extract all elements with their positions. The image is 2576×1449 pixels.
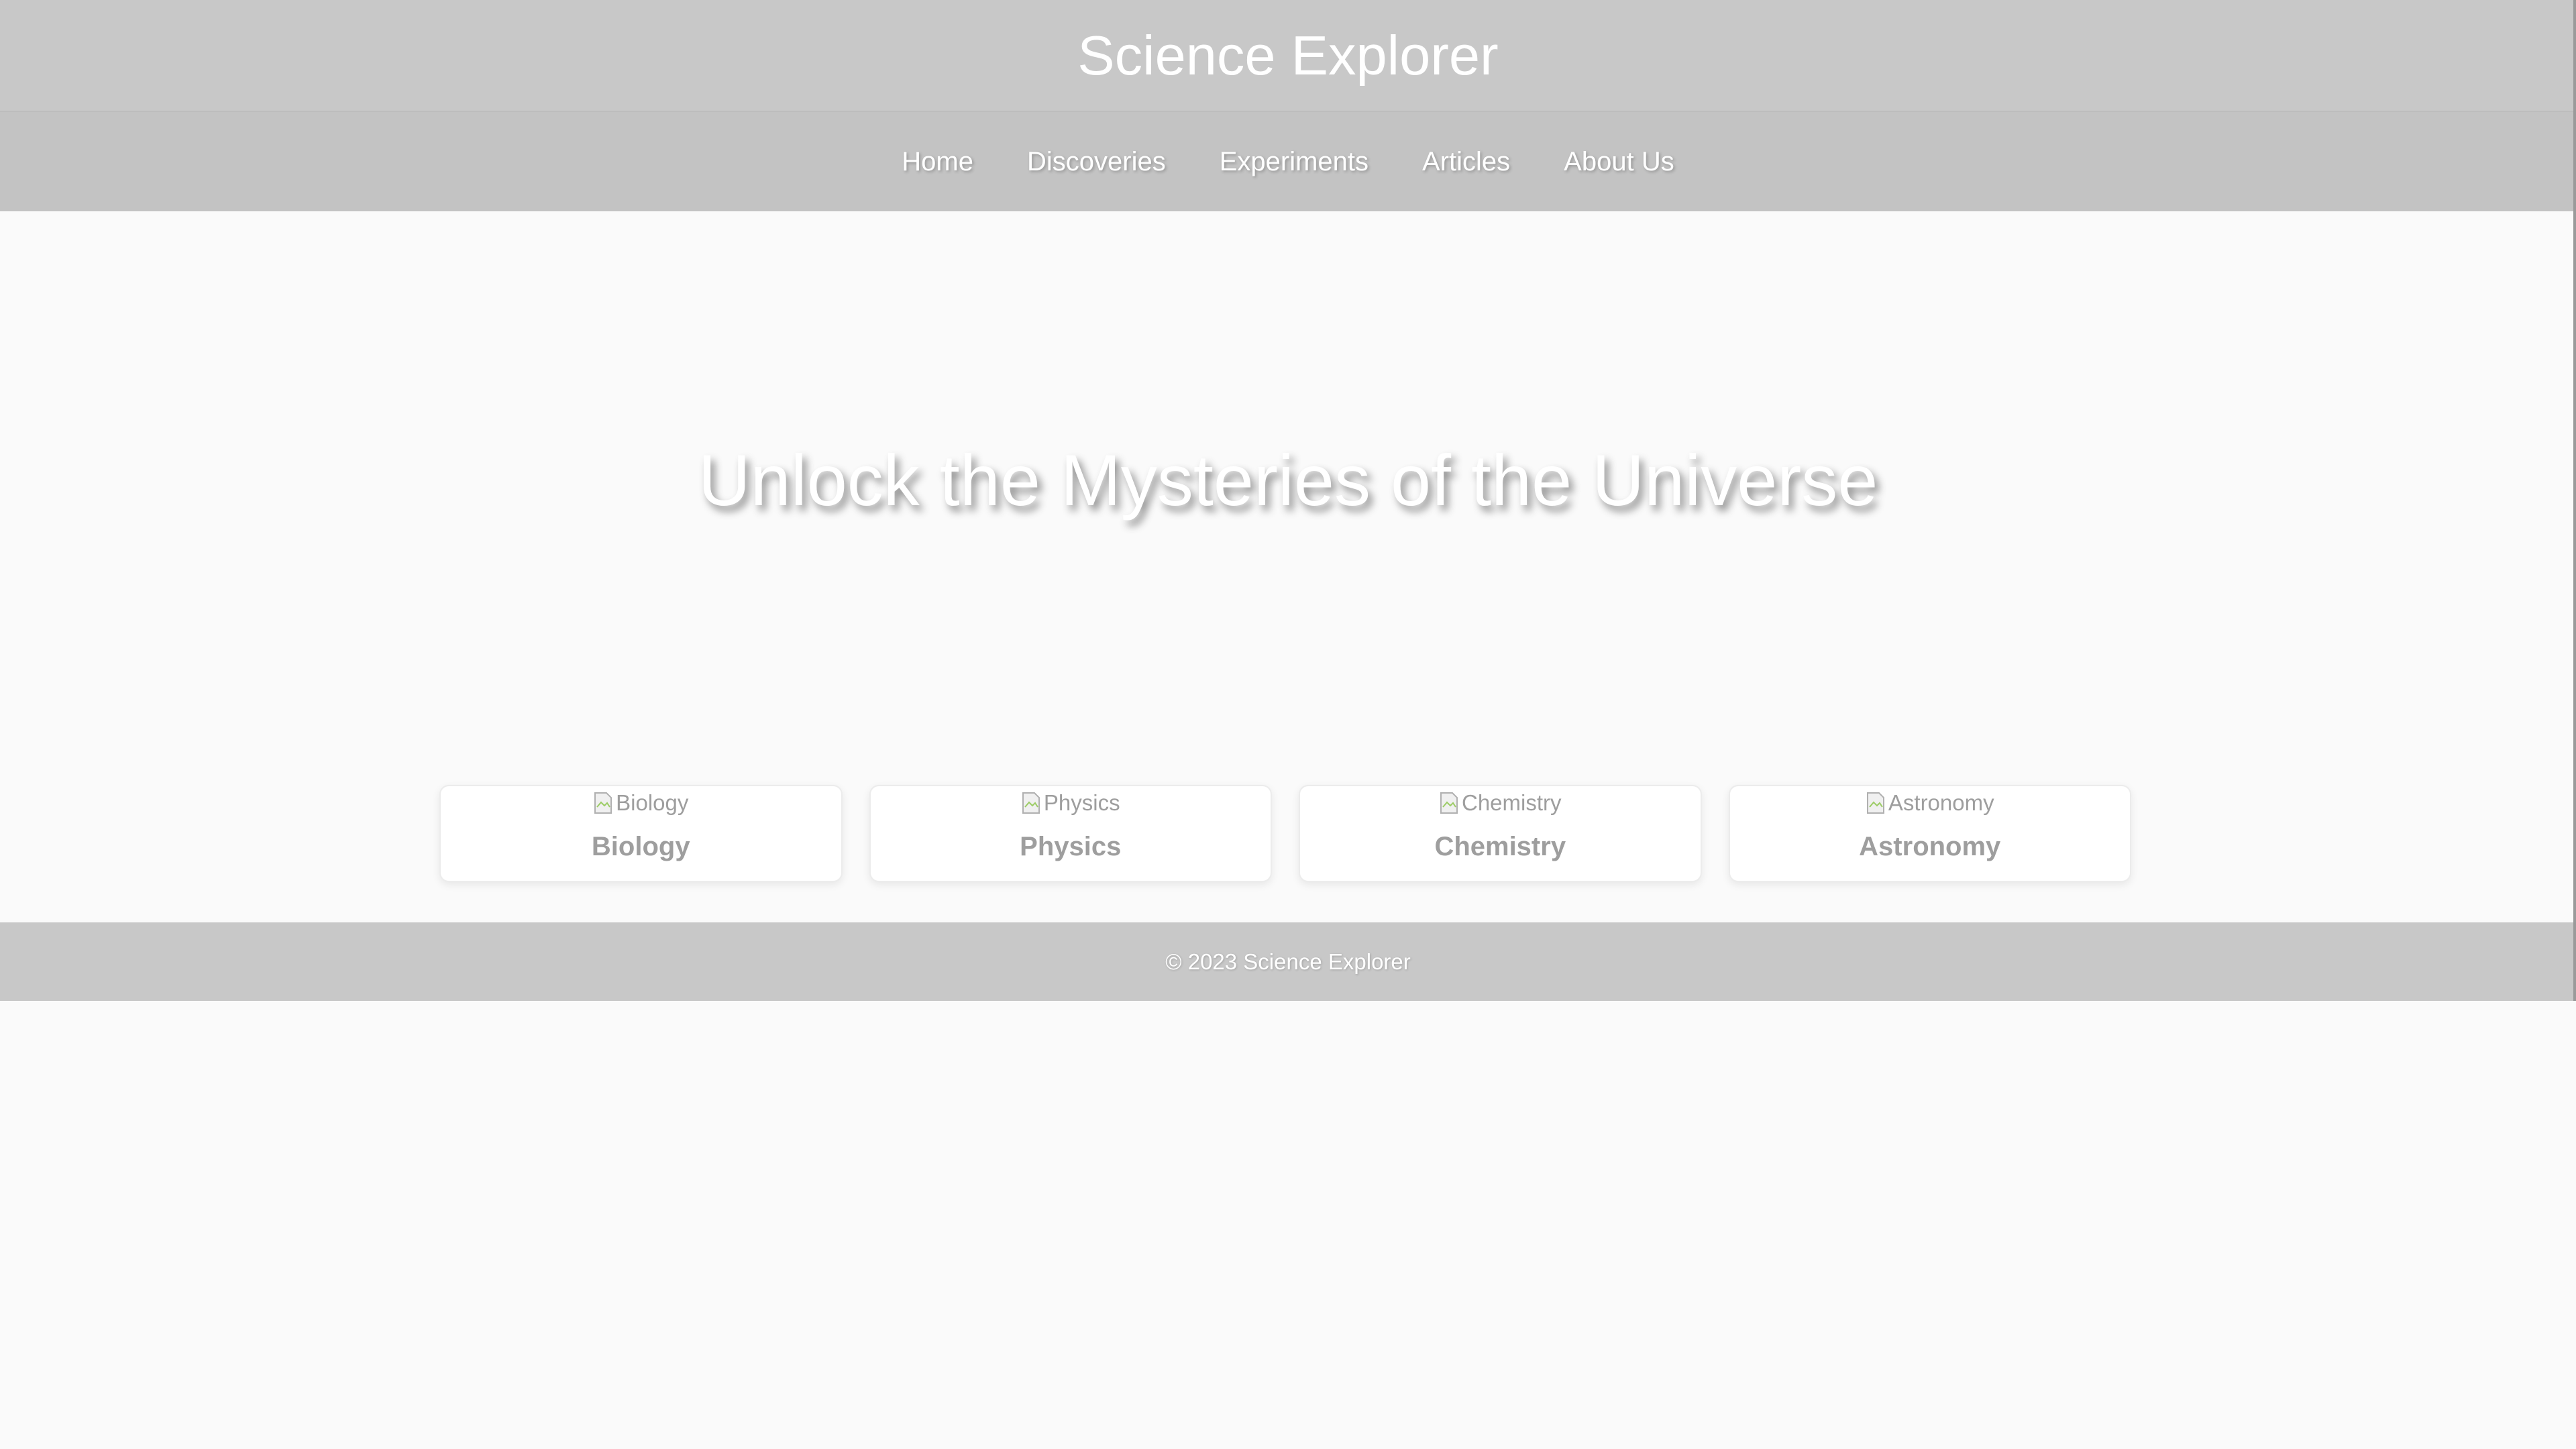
hero-title: Unlock the Mysteries of the Universe [698,439,1878,521]
broken-image-icon [1021,791,1041,815]
category-image-alt: Astronomy [1888,790,1994,815]
category-image: Physics [1021,786,1120,820]
category-card-astronomy[interactable]: Astronomy Astronomy [1728,785,2131,882]
category-card-biology[interactable]: Biology Biology [439,785,843,882]
site-footer: © 2023 Science Explorer [0,922,2576,1001]
nav-link-discoveries[interactable]: Discoveries [1027,147,1166,177]
category-card-physics[interactable]: Physics Physics [869,785,1272,882]
category-name: Biology [591,832,690,861]
category-cards: Biology Biology Physics Physics Chemistr… [439,785,2131,882]
nav-link-about-us[interactable]: About Us [1564,147,1674,177]
broken-image-icon [593,791,613,815]
hero-section: Unlock the Mysteries of the Universe [0,211,2576,748]
category-image-alt: Biology [616,790,689,815]
category-image: Astronomy [1866,786,1994,820]
category-image-alt: Physics [1043,790,1120,815]
broken-image-icon [1866,791,1886,815]
category-image-alt: Chemistry [1461,790,1562,815]
category-image: Biology [593,786,688,820]
scrollbar[interactable] [2573,0,2576,1001]
nav-link-home[interactable]: Home [902,147,973,177]
category-image: Chemistry [1439,786,1562,820]
category-name: Physics [1020,832,1122,861]
site-title: Science Explorer [1077,24,1499,87]
footer-copyright: © 2023 Science Explorer [1165,949,1411,974]
site-header: Science Explorer [0,0,2576,112]
broken-image-icon [1439,791,1459,815]
nav-link-experiments[interactable]: Experiments [1220,147,1368,177]
nav-link-articles[interactable]: Articles [1422,147,1510,177]
main-nav: Home Discoveries Experiments Articles Ab… [0,112,2576,211]
category-name: Astronomy [1859,832,2001,861]
category-card-chemistry[interactable]: Chemistry Chemistry [1299,785,1702,882]
category-name: Chemistry [1434,832,1566,861]
